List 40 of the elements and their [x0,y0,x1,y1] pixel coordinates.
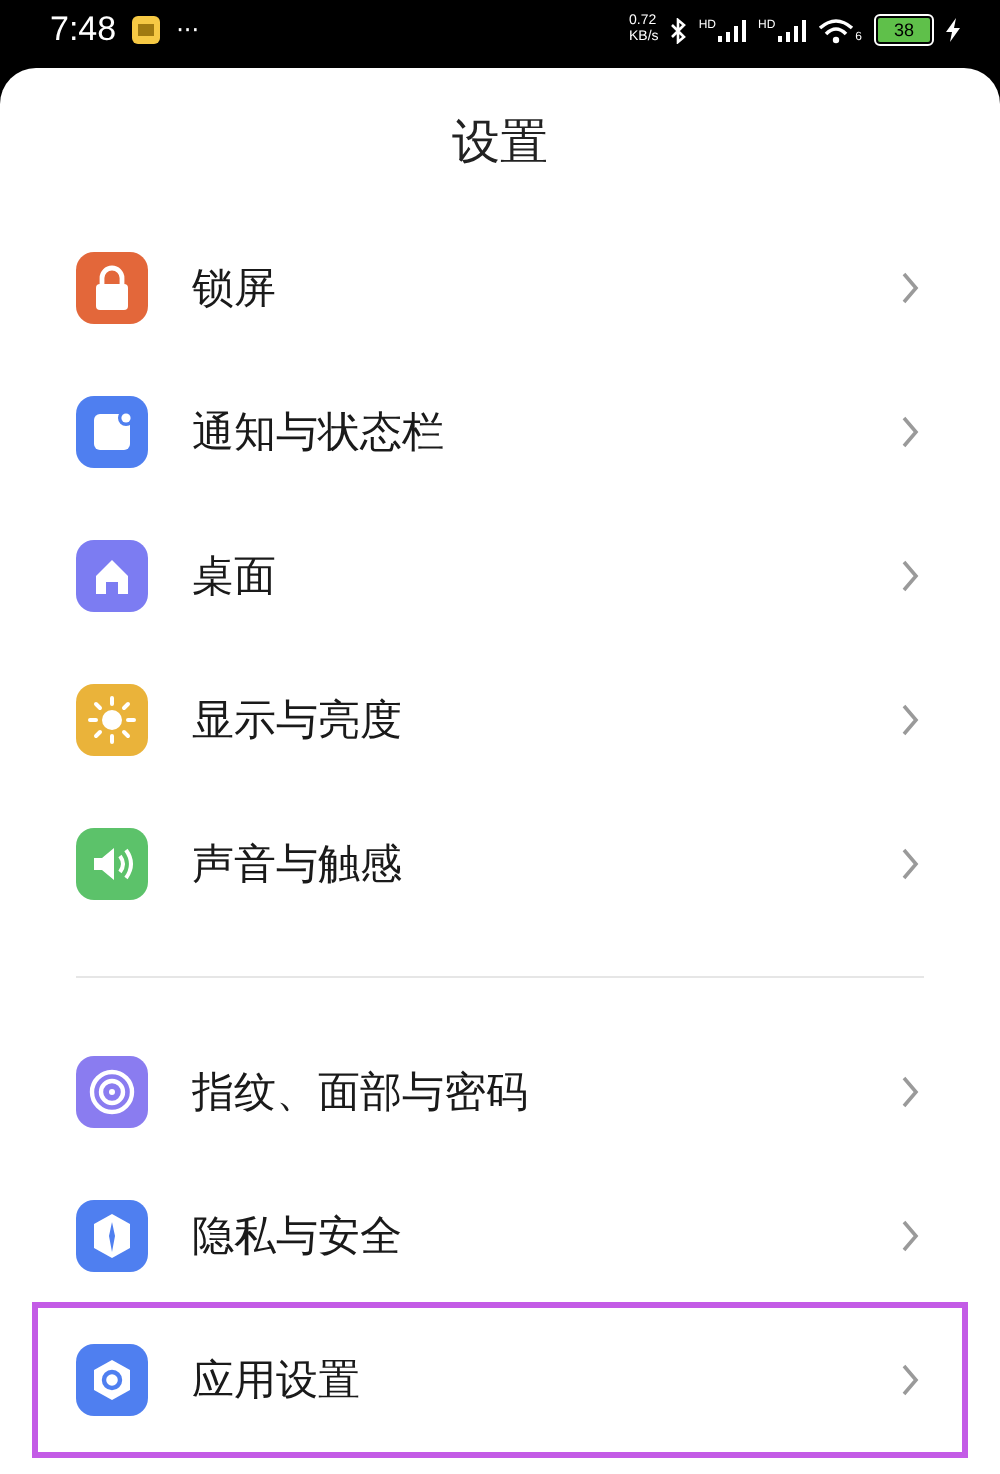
chevron-right-icon [900,702,920,738]
settings-item[interactable]: 指纹、面部与密码 [32,1020,968,1164]
chevron-right-icon [900,1074,920,1110]
settings-item[interactable]: 通知与状态栏 [32,360,968,504]
settings-item[interactable]: 锁屏 [32,216,968,360]
clock-time: 7:48 [50,10,117,50]
item-label: 显示与亮度 [192,694,404,748]
wifi-icon [817,17,854,43]
settings-item[interactable]: 应用设置 [32,1302,968,1458]
item-label: 锁屏 [192,262,278,316]
chevron-right-icon [900,270,920,306]
speaker-icon [76,828,148,900]
sun-icon [76,684,148,756]
lock-icon [76,252,148,324]
chevron-right-icon [900,846,920,882]
home-icon [76,540,148,612]
page-title: 设置 [450,112,550,174]
chevron-right-icon [900,414,920,450]
battery-level: 38 [878,18,930,42]
item-label: 指纹、面部与密码 [192,1066,530,1120]
fingerprint-icon [76,1056,148,1128]
signal-icon [777,19,806,41]
item-label: 桌面 [192,550,278,604]
settings-item[interactable]: 隐私与安全 [32,1164,968,1308]
bluetooth-icon [670,17,687,43]
signal-icon [717,19,746,41]
item-label: 应用设置 [192,1354,362,1408]
notification-icon [76,396,148,468]
settings-item[interactable]: 显示与亮度 [32,648,968,792]
shield-icon [76,1200,148,1272]
settings-item[interactable]: 桌面 [32,504,968,648]
chevron-right-icon [900,558,920,594]
more-notifications: ··· [176,16,200,44]
chevron-right-icon [900,1218,920,1254]
settings-item[interactable]: 声音与触感 [32,792,968,936]
item-label: 隐私与安全 [192,1210,404,1264]
chevron-right-icon [900,1362,920,1398]
app-notification-icon [132,16,161,44]
item-label: 声音与触感 [192,838,404,892]
item-label: 通知与状态栏 [192,406,446,460]
